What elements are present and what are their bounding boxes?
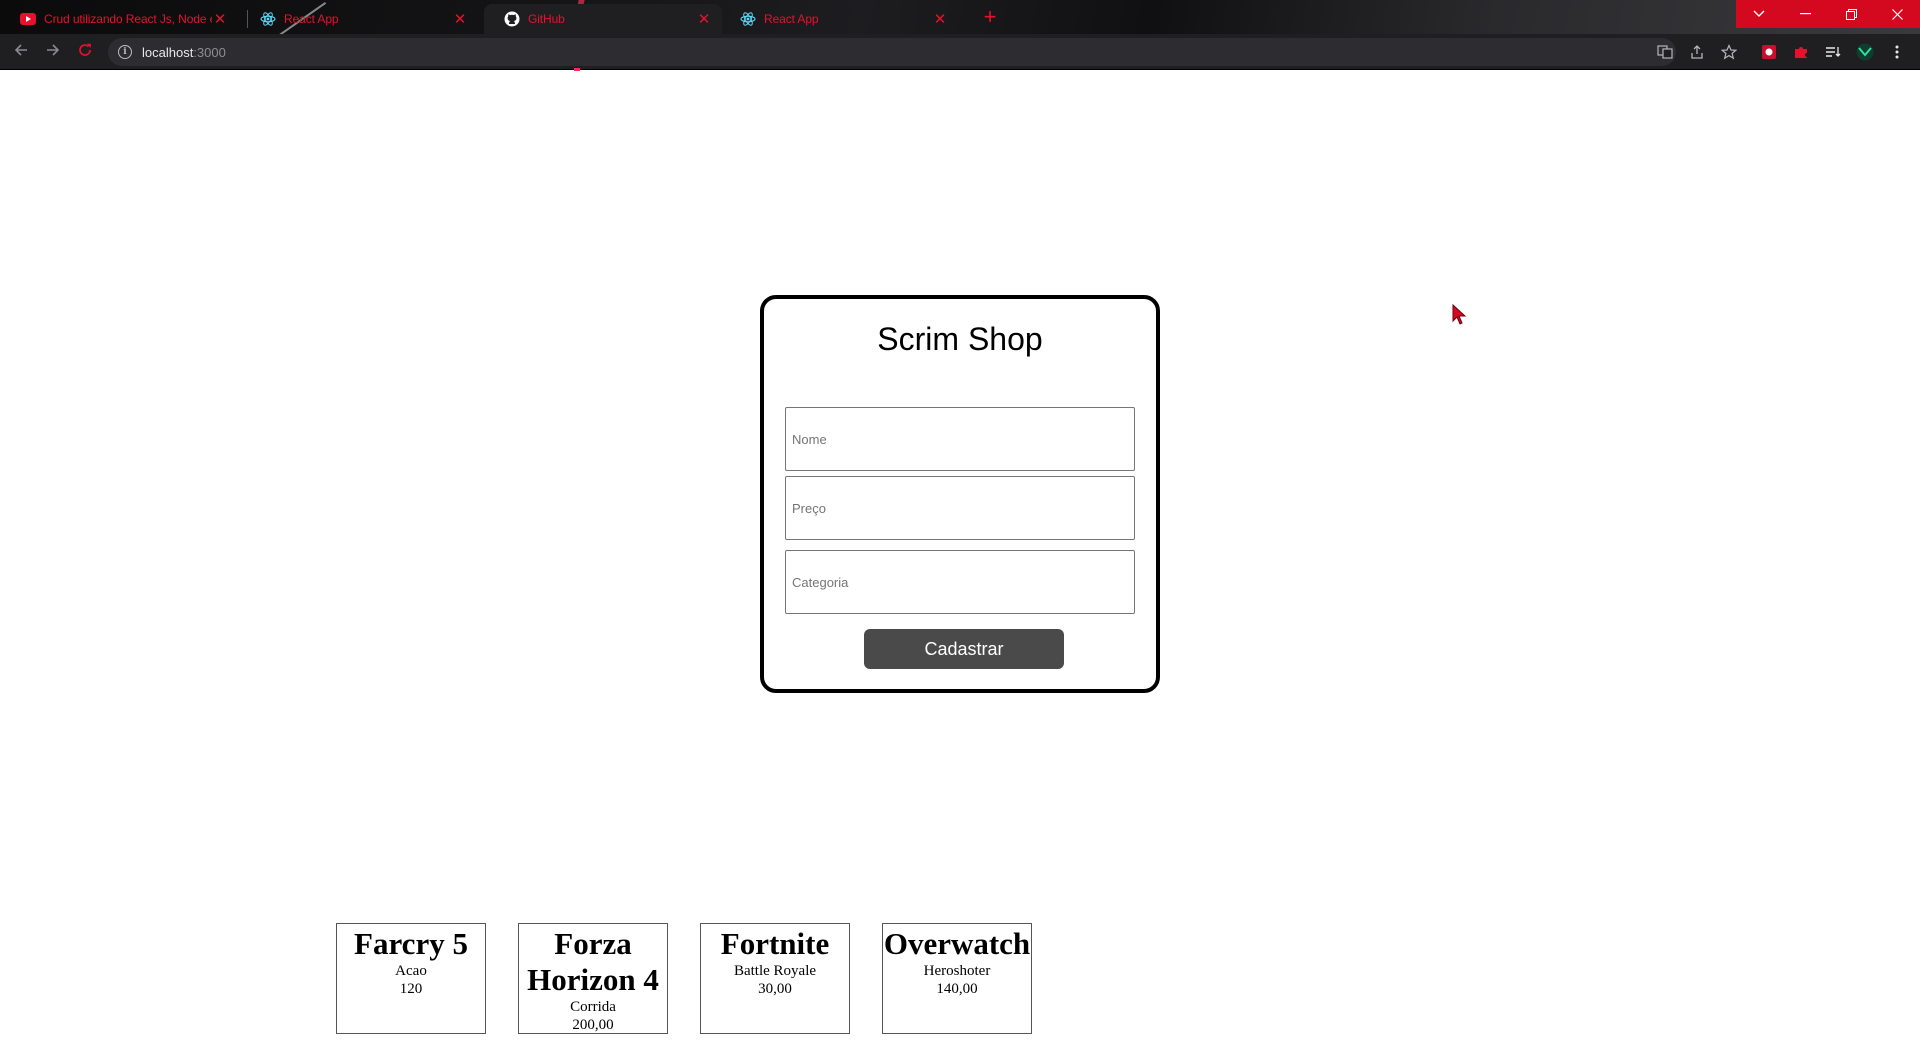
product-category: Corrida bbox=[570, 999, 616, 1015]
youtube-icon bbox=[20, 11, 36, 27]
product-name: Fortnite bbox=[720, 926, 830, 961]
tab-title: Crud utilizando React Js, Node e bbox=[44, 12, 212, 26]
arrow-left-icon bbox=[14, 44, 27, 56]
site-info-icon[interactable]: i bbox=[118, 45, 132, 59]
register-button[interactable]: Cadastrar bbox=[864, 629, 1064, 669]
product-price: 120 bbox=[399, 981, 423, 997]
address-host: localhost bbox=[142, 44, 194, 60]
product-price: 200,00 bbox=[572, 1017, 614, 1033]
close-icon bbox=[1891, 8, 1903, 20]
puzzle-extension-icon[interactable] bbox=[1792, 43, 1810, 61]
tab-react-app-1[interactable]: React App ✕ bbox=[240, 4, 478, 34]
tab-close-icon[interactable]: ✕ bbox=[696, 10, 712, 28]
react-icon bbox=[260, 11, 276, 27]
product-price: 30,00 bbox=[758, 981, 792, 997]
extension-icon[interactable] bbox=[1760, 43, 1778, 61]
tab-search-button[interactable] bbox=[1736, 0, 1782, 28]
product-card[interactable]: Overwatch Heroshoter 140,00 bbox=[882, 923, 1032, 1034]
minimize-icon bbox=[1799, 13, 1811, 15]
name-input[interactable] bbox=[785, 407, 1135, 471]
product-category: Acao bbox=[395, 963, 427, 979]
share-icon[interactable] bbox=[1688, 43, 1706, 61]
tab-close-icon[interactable]: ✕ bbox=[932, 10, 948, 28]
tab-close-icon[interactable]: ✕ bbox=[212, 10, 228, 28]
product-name: Farcry 5 bbox=[354, 926, 468, 961]
restore-button[interactable] bbox=[1828, 0, 1874, 28]
product-card[interactable]: Forza Horizon 4 Corrida 200,00 bbox=[518, 923, 668, 1034]
close-window-button[interactable] bbox=[1874, 0, 1920, 28]
product-price: 140,00 bbox=[936, 981, 978, 997]
restore-icon bbox=[1845, 8, 1857, 20]
new-tab-button[interactable]: + bbox=[978, 6, 1002, 30]
address-port: :3000 bbox=[193, 44, 226, 60]
product-category: Battle Royale bbox=[733, 963, 817, 979]
tab-accent-line bbox=[574, 68, 580, 71]
tab-react-app-2[interactable]: React App ✕ bbox=[720, 4, 958, 34]
menu-kebab-icon[interactable] bbox=[1888, 43, 1906, 61]
forward-button[interactable] bbox=[42, 41, 64, 63]
chevron-down-icon bbox=[1753, 10, 1765, 17]
register-form-card: Scrim Shop Cadastrar bbox=[760, 295, 1160, 693]
reload-icon bbox=[79, 43, 91, 56]
product-name: Forza Horizon 4 bbox=[527, 926, 659, 997]
tab-close-icon[interactable]: ✕ bbox=[452, 10, 468, 28]
tab-github[interactable]: GitHub ✕ bbox=[484, 4, 722, 34]
minimize-button[interactable] bbox=[1782, 0, 1828, 28]
product-card[interactable]: Farcry 5 Acao 120 bbox=[336, 923, 486, 1034]
product-name: Overwatch bbox=[883, 926, 1031, 961]
page-title: Scrim Shop bbox=[877, 321, 1043, 357]
product-card[interactable]: Fortnite Battle Royale 30,00 bbox=[700, 923, 850, 1034]
address-bar[interactable]: i localhost:3000 bbox=[108, 38, 1676, 66]
back-button[interactable] bbox=[10, 41, 32, 63]
price-input[interactable] bbox=[785, 476, 1135, 540]
tab-strip: Crud utilizando React Js, Node e ✕ React… bbox=[0, 0, 1920, 34]
browser-toolbar: i localhost:3000 bbox=[0, 34, 1920, 70]
mouse-cursor-icon bbox=[1452, 304, 1467, 325]
tab-title: GitHub bbox=[528, 12, 565, 26]
category-input[interactable] bbox=[785, 550, 1135, 614]
reload-button[interactable] bbox=[74, 41, 96, 63]
reading-list-icon[interactable] bbox=[1824, 43, 1842, 61]
product-category: Heroshoter bbox=[923, 963, 991, 979]
tab-title: React App bbox=[284, 12, 339, 26]
github-icon bbox=[504, 11, 520, 27]
react-icon bbox=[740, 11, 756, 27]
profile-avatar-icon[interactable] bbox=[1856, 43, 1874, 61]
translate-icon[interactable] bbox=[1656, 43, 1674, 61]
tab-title: React App bbox=[764, 12, 819, 26]
bookmark-star-icon[interactable] bbox=[1720, 43, 1738, 61]
arrow-right-icon bbox=[47, 44, 60, 56]
tab-youtube[interactable]: Crud utilizando React Js, Node e ✕ bbox=[0, 4, 238, 34]
